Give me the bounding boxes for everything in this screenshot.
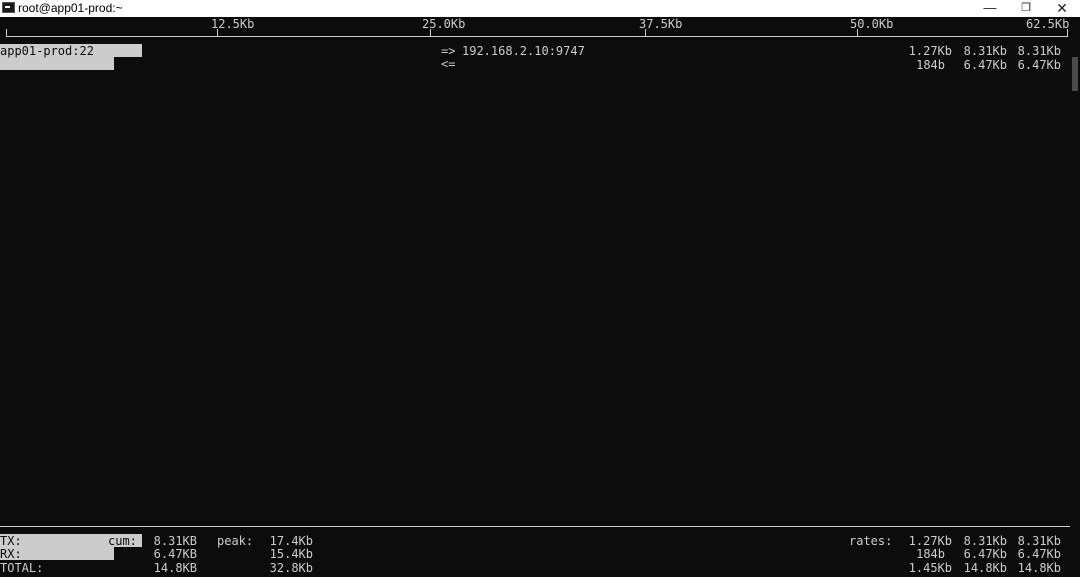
scale-tick-label: 37.5Kb xyxy=(639,17,683,31)
conn-rx-rate-40s: 6.47Kb xyxy=(1017,58,1061,72)
minimize-button[interactable]: — xyxy=(972,0,1008,17)
vertical-scrollbar[interactable] xyxy=(1070,17,1080,577)
total-rate-10s: 14.8Kb xyxy=(963,561,1007,575)
recv-arrow: <= xyxy=(441,57,456,71)
scale-tick-label: 62.5Kb xyxy=(1026,17,1070,31)
conn-tx-rate-40s: 8.31Kb xyxy=(1017,44,1061,58)
scale-tick-label: 50.0Kb xyxy=(850,17,894,31)
cum-label: cum: xyxy=(108,534,137,548)
conn-rx-rate-10s: 6.47Kb xyxy=(963,58,1007,72)
rx-label: RX: xyxy=(0,547,22,561)
rx-peak: 15.4Kb xyxy=(269,547,313,561)
terminal-icon xyxy=(2,2,15,13)
connection-host: app01-prod:22 xyxy=(0,44,94,58)
total-rate-40s: 14.8Kb xyxy=(1017,561,1061,575)
total-peak: 32.8Kb xyxy=(269,561,313,575)
window-title: root@app01-prod:~ xyxy=(18,1,123,15)
scale-tick-label: 25.0Kb xyxy=(422,17,466,31)
scrollbar-thumb[interactable] xyxy=(1072,57,1078,91)
window-titlebar: root@app01-prod:~ — ❐ ✕ xyxy=(0,0,1080,17)
connection-rx-bar xyxy=(0,57,114,70)
total-rate-2s: 1.45Kb xyxy=(908,561,952,575)
rx-rate-2s: 184b xyxy=(916,547,945,561)
conn-rx-rate-2s: 184b xyxy=(916,58,945,72)
rx-cumulative: 6.47KB xyxy=(153,547,197,561)
scale-axis-line xyxy=(6,36,1068,37)
total-label: TOTAL: xyxy=(0,561,44,575)
conn-tx-rate-10s: 8.31Kb xyxy=(963,44,1007,58)
rx-rate-10s: 6.47Kb xyxy=(963,547,1007,561)
rates-label: rates: xyxy=(849,534,893,548)
peak-label: peak: xyxy=(217,534,254,548)
rx-rate-40s: 6.47Kb xyxy=(1017,547,1061,561)
total-cumulative: 14.8KB xyxy=(153,561,197,575)
totals-separator xyxy=(0,526,1070,527)
bandwidth-scale: 12.5Kb 25.0Kb 37.5Kb 50.0Kb 62.5Kb xyxy=(0,17,1070,41)
close-button[interactable]: ✕ xyxy=(1044,0,1080,17)
maximize-button[interactable]: ❐ xyxy=(1008,0,1044,17)
connection-peer: 192.168.2.10:9747 xyxy=(462,44,585,58)
scale-tick-label: 12.5Kb xyxy=(211,17,255,31)
conn-tx-rate-2s: 1.27Kb xyxy=(908,44,952,58)
